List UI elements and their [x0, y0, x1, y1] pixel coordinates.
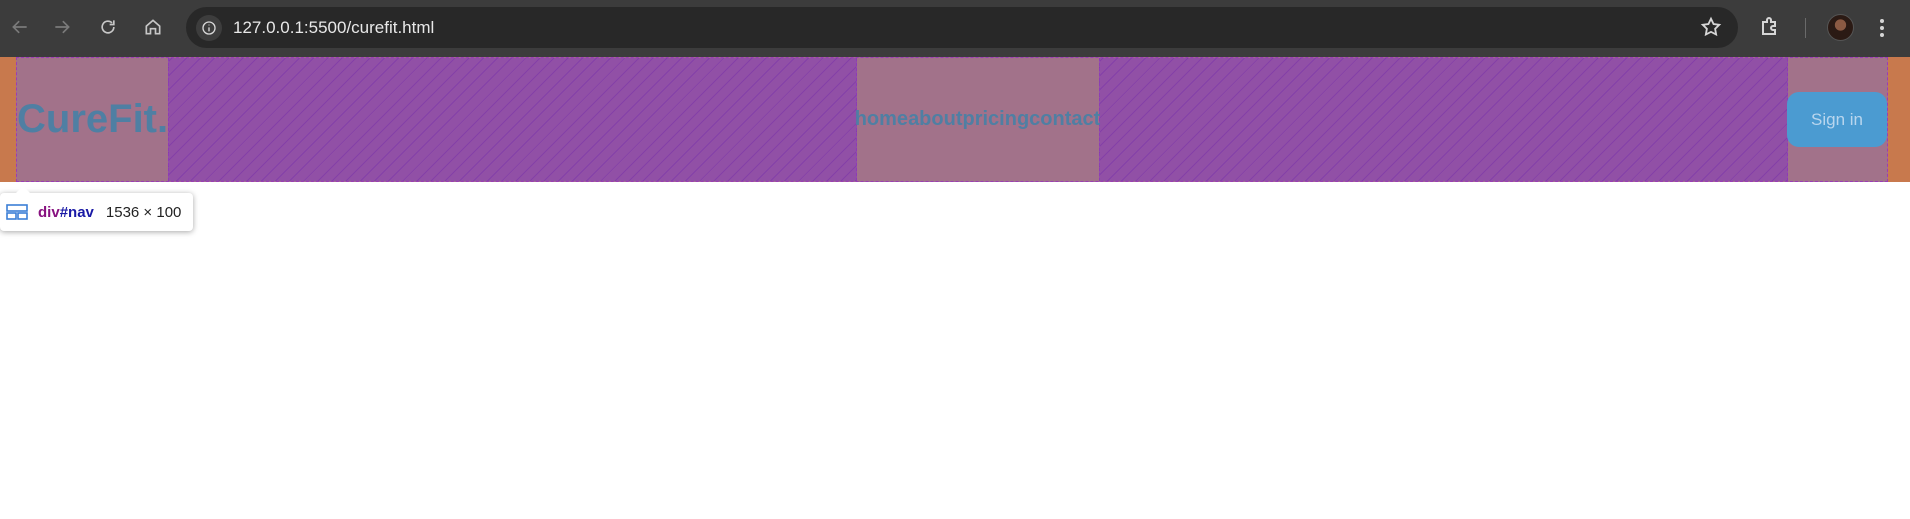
toolbar-divider: [1805, 18, 1806, 38]
tooltip-size: 1536 × 100: [105, 203, 182, 221]
menu-dot-icon: [1880, 26, 1884, 30]
tooltip-selector: div#nav: [38, 204, 94, 221]
nav-link-about[interactable]: about: [908, 108, 962, 131]
menu-dot-icon: [1880, 33, 1884, 37]
back-button[interactable]: [4, 11, 36, 43]
nav-link-home[interactable]: home: [855, 108, 908, 131]
reload-icon: [101, 20, 115, 34]
url-text[interactable]: 127.0.0.1:5500/curefit.html: [233, 7, 434, 48]
signin-button[interactable]: Sign in: [1787, 92, 1887, 147]
back-arrow-icon: [12, 20, 27, 34]
flex-layout-icon: [6, 204, 28, 220]
extensions-button[interactable]: [1758, 14, 1786, 42]
profile-avatar[interactable]: [1827, 14, 1854, 41]
signin-container: Sign in: [1787, 92, 1887, 147]
nav-link-contact[interactable]: contact: [1029, 108, 1100, 131]
page-viewport: CureFit. home about pricing contact Sign…: [0, 57, 1910, 519]
browser-menu-button[interactable]: [1872, 14, 1892, 42]
tooltip-tag-id: #nav: [59, 203, 94, 221]
forward-button[interactable]: [46, 11, 78, 43]
bookmark-button[interactable]: [1700, 16, 1724, 40]
puzzle-icon: [1762, 17, 1776, 35]
home-button[interactable]: [137, 11, 169, 43]
flex-gap-highlight: [1099, 58, 1788, 181]
forward-arrow-icon: [55, 20, 70, 34]
nav-links: home about pricing contact: [855, 108, 1101, 131]
site-logo[interactable]: CureFit.: [17, 97, 168, 142]
nav-link-pricing[interactable]: pricing: [963, 108, 1030, 131]
address-bar[interactable]: 127.0.0.1:5500/curefit.html: [186, 7, 1738, 48]
site-info-button[interactable]: [196, 15, 222, 41]
info-icon: [202, 21, 216, 35]
browser-toolbar: 127.0.0.1:5500/curefit.html: [0, 0, 1910, 57]
tooltip-tag-name: div: [38, 203, 60, 221]
inspector-tooltip: div#nav 1536 × 100: [0, 186, 194, 231]
flex-gap-highlight: [168, 58, 857, 181]
star-icon: [1700, 16, 1722, 37]
menu-dot-icon: [1880, 19, 1884, 23]
nav-bar: CureFit. home about pricing contact Sign…: [16, 57, 1888, 182]
reload-button[interactable]: [92, 11, 124, 43]
home-icon: [145, 19, 161, 35]
